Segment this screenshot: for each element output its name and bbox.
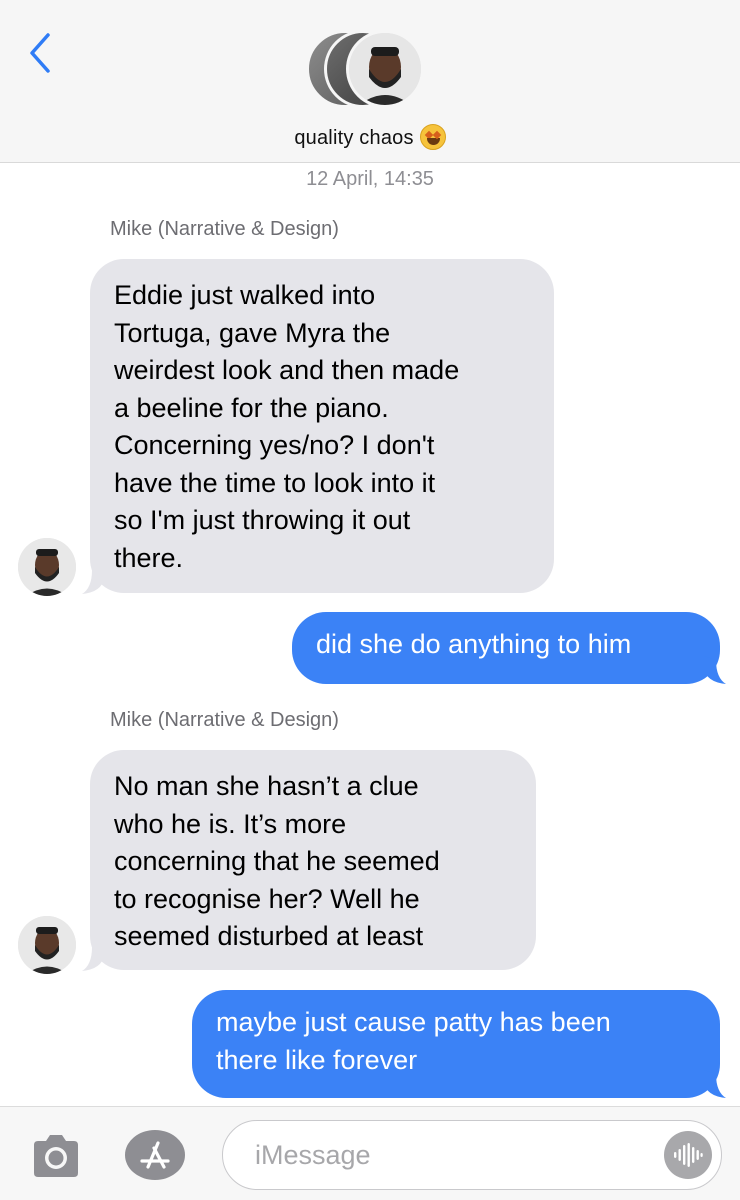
- sender-name: Mike (Narrative & Design): [110, 709, 339, 731]
- message-line: did she do anything to him: [316, 629, 632, 659]
- bubble-tail: [704, 1070, 726, 1098]
- audio-message-button[interactable]: [664, 1131, 712, 1179]
- message-line: to recognise her? Well he: [114, 883, 420, 914]
- compose-bar: [0, 1106, 740, 1200]
- imessage-screen: quality chaos 12 April, 14:35 Mike (Narr…: [0, 0, 740, 1200]
- bubble-tail: [82, 566, 104, 594]
- group-avatars[interactable]: [306, 28, 436, 112]
- message-line: a beeline for the piano.: [114, 392, 389, 423]
- message-line: seemed disturbed at least: [114, 921, 424, 951]
- camera-icon: [34, 1135, 78, 1177]
- conversation-header: quality chaos: [0, 0, 740, 163]
- person-portrait-icon: [18, 538, 76, 596]
- sender-name: Mike (Narrative & Design): [110, 218, 339, 240]
- chevron-left-icon: [30, 33, 50, 73]
- sender-avatar[interactable]: [18, 538, 76, 596]
- back-button[interactable]: [22, 28, 58, 78]
- incoming-message-bubble[interactable]: Eddie just walked into Tortuga, gave Myr…: [90, 259, 554, 593]
- message-line: there like forever: [216, 1044, 418, 1075]
- app-store-icon: [125, 1130, 185, 1180]
- incoming-message-bubble[interactable]: No man she hasn’t a clue who he is. It’s…: [90, 750, 536, 970]
- message-line: maybe just cause patty has been: [216, 1007, 611, 1037]
- imessage-input[interactable]: [222, 1120, 722, 1190]
- message-line: so I'm just throwing it out: [114, 505, 411, 535]
- message-line: there.: [114, 542, 184, 573]
- group-name: quality chaos: [294, 127, 414, 149]
- message-line: concerning that he seemed: [114, 846, 440, 876]
- camera-button[interactable]: [30, 1133, 82, 1179]
- sender-avatar[interactable]: [18, 916, 76, 974]
- outgoing-message-bubble[interactable]: did she do anything to him: [292, 612, 720, 684]
- bubble-tail: [82, 943, 104, 971]
- message-timestamp: 12 April, 14:35: [306, 168, 434, 190]
- bubble-tail: [704, 656, 726, 684]
- group-title[interactable]: quality chaos: [0, 124, 740, 150]
- person-portrait-icon: [18, 916, 76, 974]
- message-line: who he is. It’s more: [114, 808, 347, 839]
- message-line: Tortuga, gave Myra the: [114, 317, 391, 348]
- message-line: Concerning yes/no? I don't: [114, 430, 435, 460]
- message-line: No man she hasn’t a clue: [114, 771, 419, 801]
- star-struck-emoji-icon: [419, 124, 446, 150]
- message-line: have the time to look into it: [114, 467, 436, 498]
- message-line: weirdest look and then made: [114, 355, 460, 385]
- person-portrait-icon: [349, 33, 421, 105]
- avatar: [346, 30, 424, 108]
- audio-waveform-icon: [674, 1143, 703, 1167]
- outgoing-message-bubble[interactable]: maybe just cause patty has been there li…: [192, 990, 720, 1098]
- message-line: Eddie just walked into: [114, 280, 376, 310]
- app-store-button[interactable]: [124, 1129, 186, 1181]
